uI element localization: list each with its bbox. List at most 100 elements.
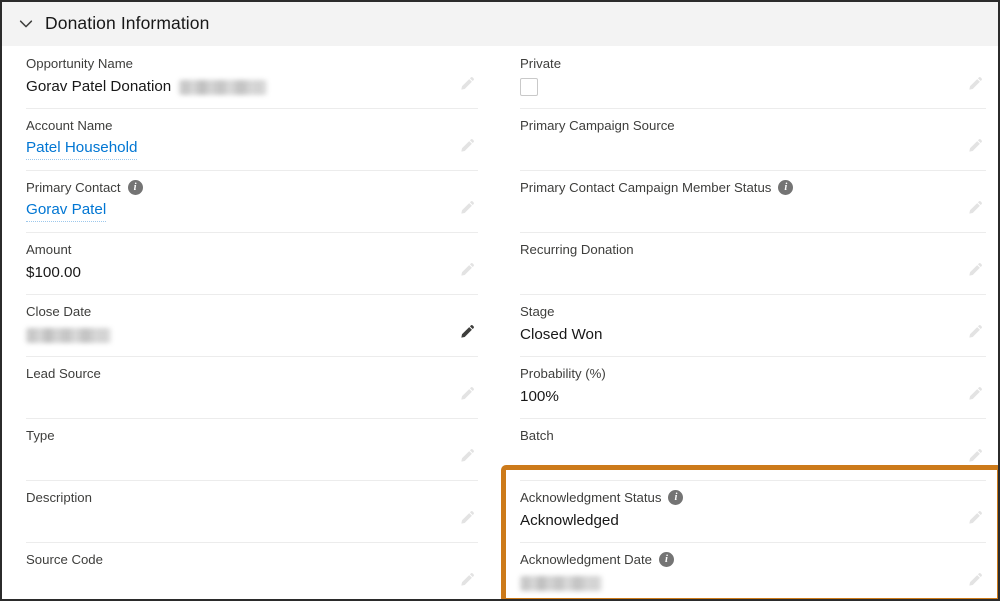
info-icon[interactable]: i	[127, 180, 143, 195]
field-label-amount: Amount	[26, 241, 478, 258]
field-label-text: Type	[26, 428, 55, 443]
edit-pencil-icon-primary-contact-campaign-member-status[interactable]	[964, 197, 986, 219]
field-row-type: Type	[26, 419, 478, 481]
field-label-recurring-donation: Recurring Donation	[520, 241, 986, 258]
edit-pencil-icon-recurring-donation[interactable]	[964, 259, 986, 281]
section-header[interactable]: Donation Information	[2, 2, 998, 47]
field-label-text: Recurring Donation	[520, 242, 634, 257]
field-row-stage: Stage Closed Won	[520, 295, 986, 357]
edit-pencil-icon-account-name[interactable]	[456, 135, 478, 157]
field-value-private	[520, 76, 986, 98]
field-row-primary-contact-campaign-member-status: Primary Contact Campaign Member Status i	[520, 171, 986, 233]
field-label-opportunity-name: Opportunity Name	[26, 55, 478, 72]
edit-pencil-icon-primary-contact[interactable]	[456, 197, 478, 219]
field-label-primary-contact-campaign-member-status: Primary Contact Campaign Member Status i	[520, 179, 986, 196]
info-icon[interactable]: i	[658, 552, 674, 567]
edit-pencil-icon-stage[interactable]	[964, 321, 986, 343]
field-row-primary-contact: Primary Contact i Gorav Patel	[26, 171, 478, 233]
field-value-text: $100.00	[26, 264, 81, 281]
field-value-acknowledgment-date	[520, 572, 986, 594]
field-label-text: Private	[520, 56, 562, 71]
field-row-lead-source: Lead Source	[26, 357, 478, 419]
redacted-value-close-date	[26, 327, 111, 343]
field-value-recurring-donation	[520, 262, 986, 284]
field-label-text: Lead Source	[26, 366, 101, 381]
field-value-opportunity-name: Gorav Patel Donation	[26, 76, 478, 98]
field-label-text: Primary Contact	[26, 180, 121, 195]
edit-pencil-icon-description[interactable]	[456, 507, 478, 529]
edit-pencil-icon-source-code[interactable]	[456, 569, 478, 591]
field-label-primary-contact: Primary Contact i	[26, 179, 478, 196]
fields-column-left: Opportunity Name Gorav Patel Donation Acco…	[2, 47, 502, 599]
field-label-text: Acknowledgment Date	[520, 552, 652, 567]
field-label-private: Private	[520, 55, 986, 72]
fields-body: Opportunity Name Gorav Patel Donation Acco…	[2, 47, 998, 599]
edit-pencil-icon-lead-source[interactable]	[456, 383, 478, 405]
field-label-text: Probability (%)	[520, 366, 606, 381]
chevron-down-icon[interactable]	[18, 16, 34, 32]
edit-pencil-icon-private[interactable]	[964, 73, 986, 95]
field-value-primary-campaign-source	[520, 138, 986, 160]
field-value-description	[26, 510, 478, 532]
field-row-account-name: Account Name Patel Household	[26, 109, 478, 171]
field-label-primary-campaign-source: Primary Campaign Source	[520, 117, 986, 134]
info-icon[interactable]: i	[778, 180, 794, 195]
field-value-text: Gorav Patel Donation	[26, 78, 172, 95]
field-value-primary-contact: Gorav Patel	[26, 200, 478, 222]
field-row-private: Private	[520, 47, 986, 109]
edit-pencil-icon-batch[interactable]	[964, 445, 986, 467]
edit-pencil-icon-primary-campaign-source[interactable]	[964, 135, 986, 157]
field-label-text: Acknowledgment Status	[520, 490, 662, 505]
edit-pencil-icon-acknowledgment-date[interactable]	[964, 569, 986, 591]
field-label-stage: Stage	[520, 303, 986, 320]
redacted-value-acknowledgment-date	[520, 575, 602, 591]
field-label-acknowledgment-status: Acknowledgment Status i	[520, 489, 986, 506]
edit-pencil-icon-type[interactable]	[456, 445, 478, 467]
field-value-lead-source	[26, 386, 478, 408]
field-value-text: Acknowledged	[520, 512, 619, 529]
field-value-probability: 100%	[520, 386, 986, 408]
field-label-acknowledgment-date: Acknowledgment Date i	[520, 551, 986, 568]
edit-pencil-icon-close-date[interactable]	[456, 321, 478, 343]
field-value-text: 100%	[520, 388, 559, 405]
field-value-batch	[520, 448, 986, 470]
field-row-acknowledgment-status: Acknowledgment Status i Acknowledged	[520, 481, 986, 543]
field-label-text: Amount	[26, 242, 72, 257]
field-value-amount: $100.00	[26, 262, 478, 284]
field-row-batch: Batch	[520, 419, 986, 481]
edit-pencil-icon-acknowledgment-status[interactable]	[964, 507, 986, 529]
info-icon[interactable]: i	[668, 490, 684, 505]
checkbox-private[interactable]	[520, 78, 538, 96]
field-label-text: Account Name	[26, 118, 113, 133]
field-label-source-code: Source Code	[26, 551, 478, 568]
fields-column-right: Private Primary Campaign Source Primary Co…	[502, 47, 998, 599]
field-row-primary-campaign-source: Primary Campaign Source	[520, 109, 986, 171]
donation-information-card: Donation Information Opportunity Name Gor…	[0, 0, 1000, 601]
link-patel-household[interactable]: Patel Household	[26, 138, 138, 160]
field-row-source-code: Source Code	[26, 543, 478, 599]
edit-pencil-icon-probability[interactable]	[964, 383, 986, 405]
field-value-stage: Closed Won	[520, 324, 986, 346]
field-label-text: Source Code	[26, 552, 103, 567]
field-label-type: Type	[26, 427, 478, 444]
field-row-close-date: Close Date	[26, 295, 478, 357]
field-row-description: Description	[26, 481, 478, 543]
field-row-recurring-donation: Recurring Donation	[520, 233, 986, 295]
field-label-text: Primary Campaign Source	[520, 118, 675, 133]
field-label-text: Stage	[520, 304, 555, 319]
field-label-text: Close Date	[26, 304, 92, 319]
field-label-text: Opportunity Name	[26, 56, 134, 71]
field-value-acknowledgment-status: Acknowledged	[520, 510, 986, 532]
field-row-opportunity-name: Opportunity Name Gorav Patel Donation	[26, 47, 478, 109]
field-label-description: Description	[26, 489, 478, 506]
field-value-text: Closed Won	[520, 326, 603, 343]
field-label-lead-source: Lead Source	[26, 365, 478, 382]
field-label-text: Batch	[520, 428, 554, 443]
redacted-value-suffix	[179, 79, 268, 95]
edit-pencil-icon-amount[interactable]	[456, 259, 478, 281]
field-label-account-name: Account Name	[26, 117, 478, 134]
field-value-close-date	[26, 324, 478, 346]
link-gorav-patel[interactable]: Gorav Patel	[26, 200, 107, 222]
field-label-close-date: Close Date	[26, 303, 478, 320]
edit-pencil-icon-opportunity-name[interactable]	[456, 73, 478, 95]
